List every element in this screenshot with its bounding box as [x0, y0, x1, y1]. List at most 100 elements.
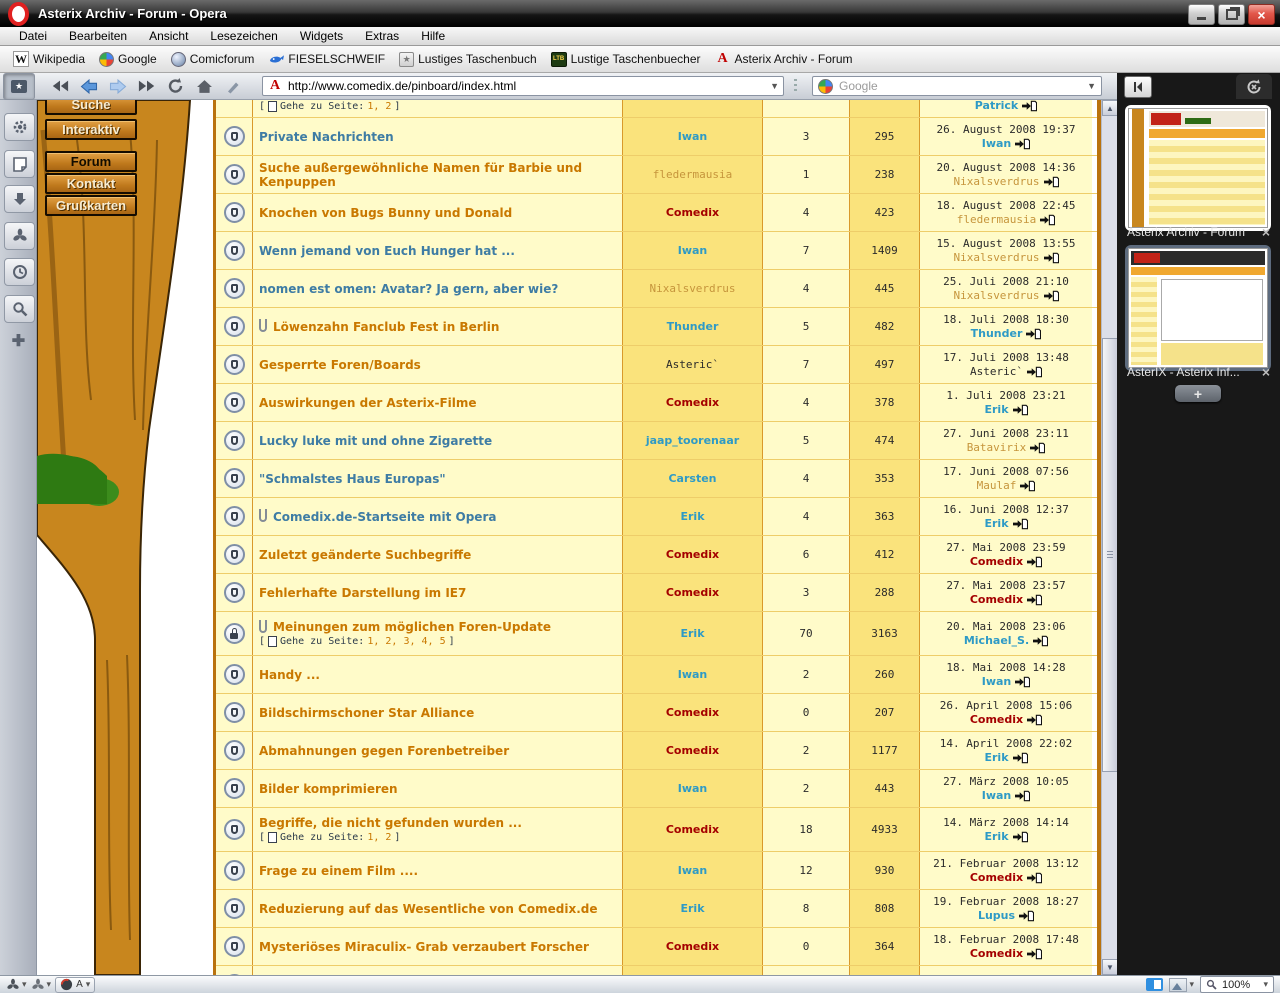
menu-item-hilfe[interactable]: Hilfe	[410, 27, 456, 45]
goto-last-post-icon[interactable]	[1013, 831, 1028, 843]
goto-last-post-icon[interactable]	[1013, 518, 1028, 530]
last-post-author-link[interactable]: Iwan	[982, 675, 1012, 688]
topic-title-link[interactable]: Frage zu einem Film ....	[259, 864, 418, 878]
last-post-author-link[interactable]: Comedix	[970, 593, 1023, 606]
topic-title-link[interactable]: Auswirkungen der Asterix-Filme	[259, 396, 477, 410]
tab-title[interactable]: Asterix Archiv - Forum	[1127, 225, 1259, 239]
goto-last-post-icon[interactable]	[1015, 790, 1030, 802]
wand-button[interactable]	[219, 75, 248, 98]
bookmark-item[interactable]: Google	[92, 52, 164, 67]
bookmark-item[interactable]: ★Lustiges Taschenbuch	[392, 52, 544, 67]
site-nav-suche[interactable]: Suche	[45, 100, 137, 115]
last-post-author-link[interactable]: Comedix	[970, 555, 1023, 568]
topic-author-link[interactable]: Erik	[680, 510, 704, 523]
last-post-author-link[interactable]: Comedix	[970, 713, 1023, 726]
last-post-author-link[interactable]: Comedix	[970, 947, 1023, 960]
tab-thumbnail-active[interactable]	[1125, 105, 1271, 231]
topic-title-link[interactable]: Comedix.de-Startseite mit Opera	[273, 510, 496, 524]
last-post-author-link[interactable]: Batavirix	[967, 441, 1027, 454]
dropdown-icon[interactable]: ▾	[47, 979, 52, 990]
topic-author-link[interactable]: Comedix	[666, 586, 719, 599]
goto-last-post-icon[interactable]	[1013, 752, 1028, 764]
topic-author-link[interactable]: Comedix	[666, 823, 719, 836]
widgets-panel-button[interactable]	[4, 113, 35, 141]
history-panel-button[interactable]	[4, 258, 35, 286]
dropdown-icon[interactable]: ▾	[22, 979, 27, 990]
topic-title-link[interactable]: Reduzierung auf das Wesentliche von Come…	[259, 902, 597, 916]
topic-title-link[interactable]: Bilder komprimieren	[259, 782, 398, 796]
bookmark-item[interactable]: Comicforum	[164, 52, 262, 67]
last-post-author-link[interactable]: Comedix	[970, 871, 1023, 884]
address-bar[interactable]: A http://www.comedix.de/pinboard/index.h…	[262, 76, 784, 96]
goto-last-post-icon[interactable]	[1027, 556, 1042, 568]
search-panel-button[interactable]	[4, 295, 35, 323]
last-post-author-link[interactable]: Erik	[984, 403, 1008, 416]
last-post-author-link[interactable]: Asteric`	[970, 365, 1023, 378]
topic-title-link[interactable]: Abmahnungen gegen Forenbetreiber	[259, 744, 509, 758]
search-field[interactable]: Google ▼	[812, 76, 1102, 96]
zoom-control[interactable]: 100% ▾	[1200, 976, 1274, 993]
goto-last-post-icon[interactable]	[1027, 714, 1042, 726]
close-tab-icon[interactable]: ×	[1259, 224, 1273, 240]
notes-panel-button[interactable]	[4, 150, 35, 178]
close-tab-icon[interactable]: ×	[1259, 364, 1273, 380]
last-post-author-link[interactable]: Nixalsverdrus	[953, 175, 1039, 188]
add-panel-button[interactable]: ✚	[4, 328, 33, 354]
site-nav-forum[interactable]: Forum	[45, 151, 137, 172]
fit-width-button[interactable]	[1146, 978, 1163, 991]
panel-toggle-button[interactable]: ★	[3, 73, 35, 100]
goto-last-post-icon[interactable]	[1030, 442, 1045, 454]
last-post-author-link[interactable]: Nixalsverdrus	[953, 289, 1039, 302]
goto-last-post-icon[interactable]	[1026, 328, 1041, 340]
topic-author-link[interactable]: fledermausia	[653, 168, 732, 181]
topic-author-link[interactable]: Comedix	[666, 396, 719, 409]
topic-title-link[interactable]: Fehlerhafte Darstellung im IE7	[259, 586, 466, 600]
goto-last-post-icon[interactable]	[1027, 872, 1042, 884]
page-links[interactable]: 1, 2, 3, 4, 5	[367, 636, 445, 647]
rewind-button[interactable]	[45, 75, 74, 98]
topic-author-link[interactable]: Comedix	[666, 940, 719, 953]
downloads-panel-button[interactable]	[4, 185, 35, 213]
topic-author-link[interactable]: Comedix	[666, 706, 719, 719]
restore-button[interactable]	[1218, 4, 1245, 25]
goto-last-post-icon[interactable]	[1027, 594, 1042, 606]
menu-item-ansicht[interactable]: Ansicht	[138, 27, 199, 45]
goto-last-post-icon[interactable]	[1027, 366, 1042, 378]
last-post-author-link[interactable]: Erik	[984, 517, 1008, 530]
topic-title-link[interactable]: Begriffe, die nicht gefunden wurden ...	[259, 816, 522, 830]
topic-author-link[interactable]: Iwan	[678, 668, 708, 681]
tab-label-row[interactable]: Asterix Archiv - Forum ×	[1127, 223, 1273, 241]
goto-last-post-icon[interactable]	[1019, 910, 1034, 922]
menu-item-bearbeiten[interactable]: Bearbeiten	[58, 27, 138, 45]
menu-item-widgets[interactable]: Widgets	[289, 27, 354, 45]
topic-title-link[interactable]: Löwenzahn Fanclub Fest in Berlin	[273, 320, 499, 334]
topic-author-link[interactable]: Erik	[680, 627, 704, 640]
goto-last-post-icon[interactable]	[1033, 635, 1048, 647]
page-links[interactable]: 1, 2	[367, 832, 391, 843]
topic-title-link[interactable]: Zuletzt geänderte Suchbegriffe	[259, 548, 471, 562]
topic-title-link[interactable]: Lucky luke mit und ohne Zigarette	[259, 434, 492, 448]
topic-title-link[interactable]: "Schmalstes Haus Europas"	[259, 472, 446, 486]
scrollbar-thumb[interactable]	[1102, 338, 1118, 772]
topic-title-link[interactable]: Meinungen zum möglichen Foren-Update	[273, 620, 551, 634]
topic-author-link[interactable]: Iwan	[678, 130, 708, 143]
tab-title[interactable]: AsterIX - Asterix Inf...	[1127, 365, 1259, 379]
last-post-author-link[interactable]: Erik	[984, 830, 1008, 843]
search-dropdown-icon[interactable]: ▼	[1087, 81, 1096, 91]
last-post-author-link[interactable]: Erik	[984, 751, 1008, 764]
scroll-up-button[interactable]: ▲	[1102, 100, 1118, 116]
last-post-author-link[interactable]: Maulaf	[977, 479, 1017, 492]
topic-title-link[interactable]: Handy ...	[259, 668, 320, 682]
topic-author-link[interactable]: Nixalsverdrus	[649, 282, 735, 295]
images-toggle-button[interactable]: ▾	[1169, 978, 1194, 992]
last-post-author-link[interactable]: Thunder	[971, 327, 1023, 340]
close-button[interactable]: ×	[1248, 4, 1275, 25]
topic-author-link[interactable]: Iwan	[678, 864, 708, 877]
bookmark-item[interactable]: FIESELSCHWEIF	[261, 51, 392, 67]
goto-last-post-icon[interactable]	[1044, 252, 1059, 264]
topic-title-link[interactable]: Private Nachrichten	[259, 130, 394, 144]
tab-thumbnail-inactive[interactable]	[1125, 245, 1271, 371]
menu-item-lesezeichen[interactable]: Lesezeichen	[199, 27, 288, 45]
goto-last-post-icon[interactable]	[1015, 138, 1030, 150]
page-links[interactable]: 1, 2	[367, 101, 391, 112]
